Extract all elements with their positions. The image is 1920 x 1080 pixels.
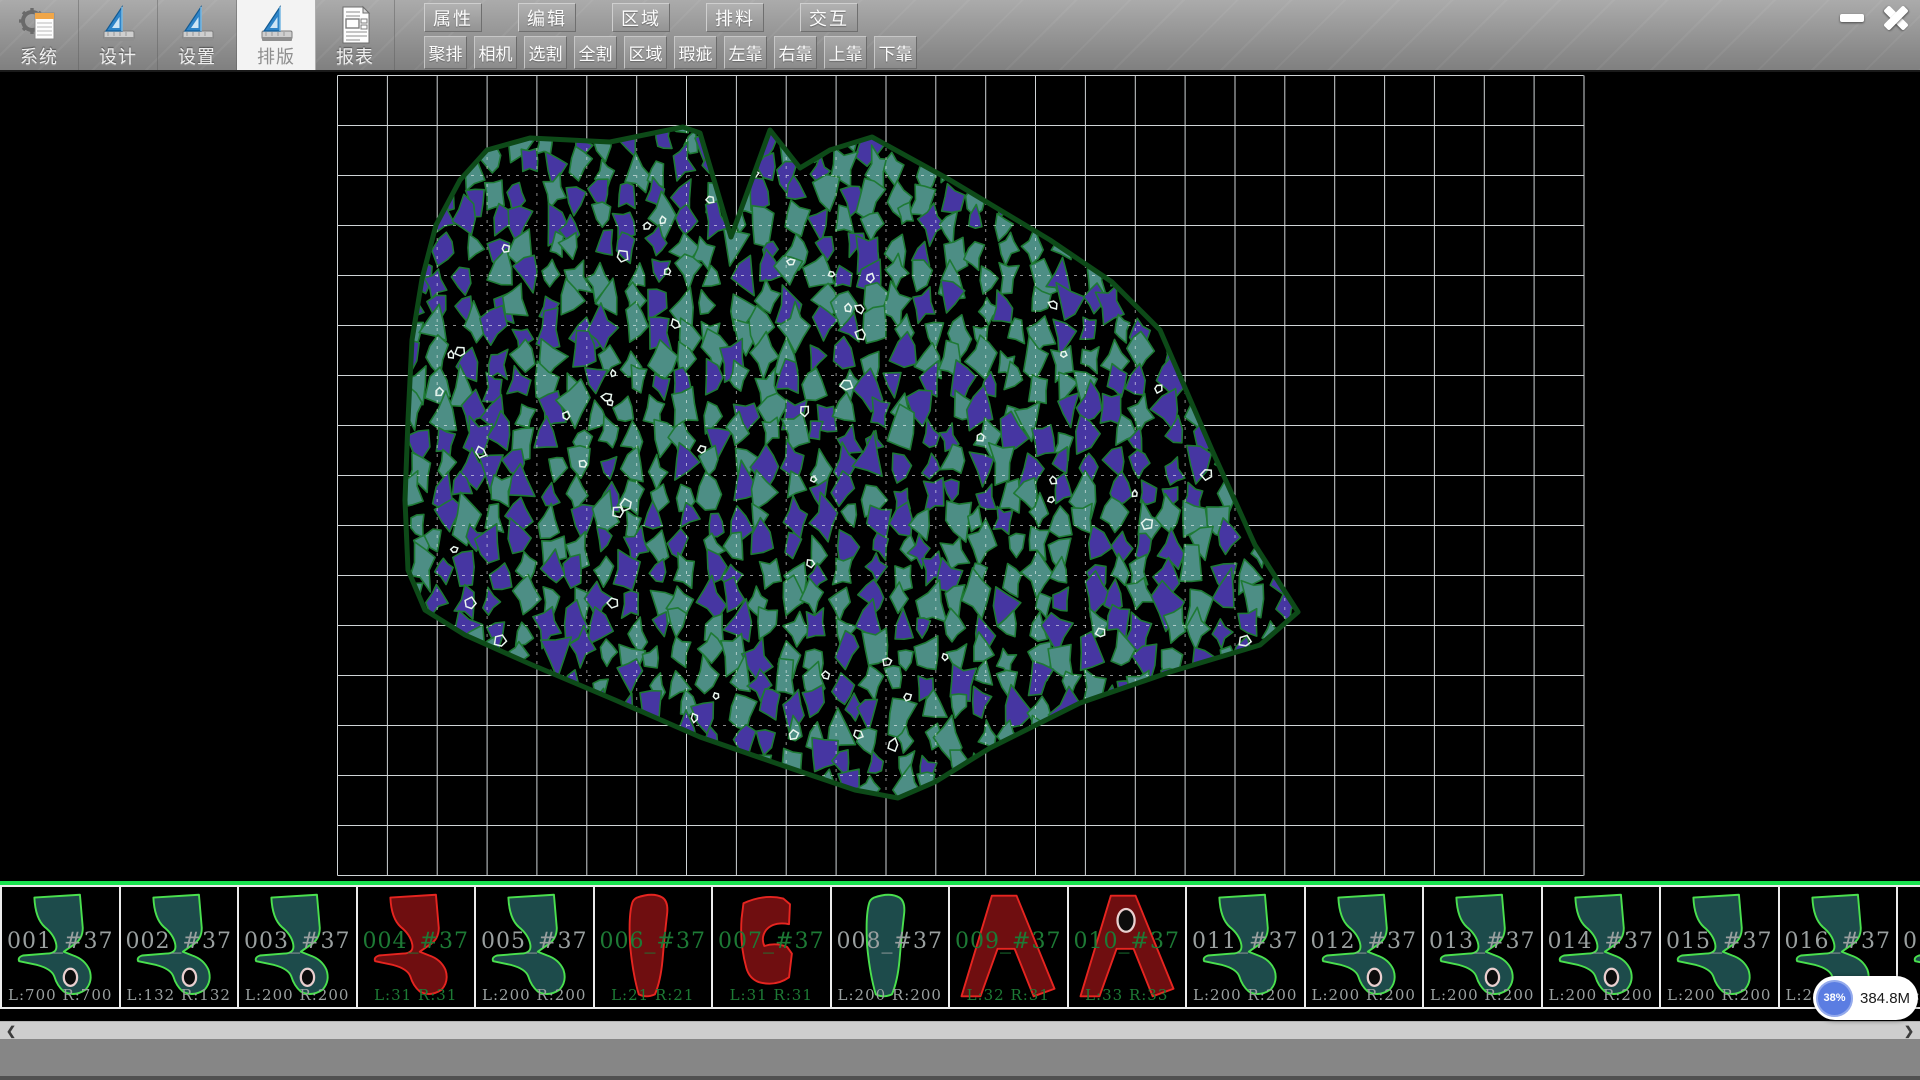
- app-nav: 系统 设计 设置 排版 报表: [0, 0, 395, 70]
- tool-bar: 聚排相机选割全割区域瑕疵左靠右靠上靠下靠: [424, 36, 917, 69]
- piece-lr-count: L:31 R:31: [358, 986, 475, 1004]
- piece-lr-count: L:200 R:200: [1306, 986, 1423, 1004]
- piece-label: 002_#37: [121, 929, 238, 954]
- piece-label: 001_#37: [2, 929, 119, 954]
- piece-label: 014_#37: [1543, 929, 1660, 954]
- piece-thumbnail-6[interactable]: 006_#37 L:21 R:21: [595, 887, 714, 1007]
- piece-lr-count: L:200 R:200: [239, 986, 356, 1004]
- piece-label: 007_#37: [713, 929, 830, 954]
- app-button-design[interactable]: 设计: [79, 0, 158, 70]
- piece-label: 015_#37: [1661, 929, 1778, 954]
- piece-lr-count: L:200 R:200: [1543, 986, 1660, 1004]
- minimize-icon: [1840, 14, 1864, 22]
- piece-label: 017_#37: [1898, 929, 1920, 954]
- scroll-right-arrow-icon[interactable]: ❯: [1904, 1022, 1914, 1040]
- canvas-svg: [0, 72, 1920, 881]
- tool-button-0[interactable]: 聚排: [424, 36, 467, 69]
- settings-ruler-icon: [176, 4, 218, 46]
- tool-button-6[interactable]: 左靠: [724, 36, 767, 69]
- piece-label: 010_#37: [1069, 929, 1186, 954]
- piece-thumbnail-3[interactable]: 003_#37 L:200 R:200: [239, 887, 358, 1007]
- app-button-report[interactable]: 报表: [316, 0, 395, 70]
- piece-label: 006_#37: [595, 929, 712, 954]
- tool-button-9[interactable]: 下靠: [874, 36, 917, 69]
- piece-lr-count: L:200 R:200: [1187, 986, 1304, 1004]
- menu-tab-1[interactable]: 编辑: [518, 3, 576, 32]
- piece-thumbnail-14[interactable]: 014_#37 L:200 R:200: [1543, 887, 1662, 1007]
- nesting-ruler-icon: [255, 4, 297, 46]
- app-button-label: 设计: [99, 47, 137, 67]
- app-button-label: 报表: [336, 47, 374, 67]
- app-button-label: 系统: [20, 47, 58, 67]
- app-button-label: 设置: [178, 47, 216, 67]
- piece-thumbnail-12[interactable]: 012_#37 L:200 R:200: [1306, 887, 1425, 1007]
- piece-lr-count: L:132 R:132: [121, 986, 238, 1004]
- minimize-button[interactable]: [1834, 4, 1870, 32]
- piece-thumbnail-13[interactable]: 013_#37 L:200 R:200: [1424, 887, 1543, 1007]
- app-button-label: 排版: [257, 47, 295, 67]
- close-button[interactable]: [1878, 4, 1914, 32]
- piece-label: 009_#37: [950, 929, 1067, 954]
- piece-lr-count: L:32 R:31: [950, 986, 1067, 1004]
- system-gear-icon: [18, 4, 60, 46]
- app-button-system[interactable]: 系统: [0, 0, 79, 70]
- scroll-left-arrow-icon[interactable]: ❮: [6, 1022, 16, 1040]
- menu-tab-0[interactable]: 属性: [424, 3, 482, 32]
- piece-lr-count: L:200 R:200: [1424, 986, 1541, 1004]
- piece-lr-count: L:200 R:200: [832, 986, 949, 1004]
- piece-label: 003_#37: [239, 929, 356, 954]
- memory-value: 384.8M: [1860, 990, 1910, 1007]
- app-button-settings[interactable]: 设置: [158, 0, 237, 70]
- app-button-nesting[interactable]: 排版: [237, 0, 316, 70]
- piece-thumbnail-4[interactable]: 004_#37 L:31 R:31: [358, 887, 477, 1007]
- status-bar: [0, 1039, 1920, 1080]
- menu-tab-4[interactable]: 交互: [800, 3, 858, 32]
- piece-lr-count: L:200 R:200: [1661, 986, 1778, 1004]
- piece-label: 005_#37: [476, 929, 593, 954]
- horizontal-scrollbar[interactable]: ❮ ❯: [0, 1021, 1920, 1039]
- piece-thumbnail-2[interactable]: 002_#37 L:132 R:132: [121, 887, 240, 1007]
- window-controls: [1834, 4, 1914, 32]
- piece-label: 008_#37: [832, 929, 949, 954]
- tool-button-5[interactable]: 瑕疵: [674, 36, 717, 69]
- menu-bar: 属性 编辑 区域 排料 交互: [424, 3, 858, 32]
- piece-label: 012_#37: [1306, 929, 1423, 954]
- piece-label: 011_#37: [1187, 929, 1304, 954]
- piece-lr-count: L:200 R:200: [476, 986, 593, 1004]
- piece-thumbnail-1[interactable]: 001_#37 L:700 R:700: [2, 887, 121, 1007]
- piece-label: 004_#37: [358, 929, 475, 954]
- nesting-canvas[interactable]: [0, 72, 1920, 881]
- menu-tab-2[interactable]: 区域: [612, 3, 670, 32]
- piece-thumbnail-11[interactable]: 011_#37 L:200 R:200: [1187, 887, 1306, 1007]
- piece-thumbnail-strip: 001_#37L:700 R:700002_#37L:132 R:132003_…: [0, 881, 1920, 1021]
- tool-button-4[interactable]: 区域: [624, 36, 667, 69]
- header-bar: 系统 设计 设置 排版 报表 属性编辑区域排料交互 聚排相机选割全割区域瑕疵左靠…: [0, 0, 1920, 72]
- tool-button-1[interactable]: 相机: [474, 36, 517, 69]
- close-icon: [1883, 5, 1909, 31]
- piece-lr-count: L:21 R:21: [595, 986, 712, 1004]
- piece-lr-count: L:700 R:700: [2, 986, 119, 1004]
- tool-button-3[interactable]: 全割: [574, 36, 617, 69]
- tool-button-2[interactable]: 选割: [524, 36, 567, 69]
- tool-button-7[interactable]: 右靠: [774, 36, 817, 69]
- menu-tab-3[interactable]: 排料: [706, 3, 764, 32]
- design-ruler-icon: [97, 4, 139, 46]
- progress-circle: 38%: [1816, 980, 1853, 1017]
- piece-thumbnail-10[interactable]: 010_#37 L:33 R:33: [1069, 887, 1188, 1007]
- piece-thumbnail-7[interactable]: 007_#37 L:31 R:31: [713, 887, 832, 1007]
- piece-thumbnail-5[interactable]: 005_#37 L:200 R:200: [476, 887, 595, 1007]
- piece-lr-count: L:31 R:31: [713, 986, 830, 1004]
- piece-lr-count: L:33 R:33: [1069, 986, 1186, 1004]
- piece-thumbnail-list: 001_#37L:700 R:700002_#37L:132 R:132003_…: [0, 885, 1920, 1009]
- nesting-app-window: { "window": { "controls": [ {"icon": "mi…: [0, 0, 1920, 1080]
- piece-thumbnail-15[interactable]: 015_#37 L:200 R:200: [1661, 887, 1780, 1007]
- piece-label: 016_#37: [1780, 929, 1897, 954]
- piece-label: 013_#37: [1424, 929, 1541, 954]
- memory-status-pill[interactable]: 38% 384.8M: [1813, 976, 1918, 1020]
- piece-thumbnail-9[interactable]: 009_#37 L:32 R:31: [950, 887, 1069, 1007]
- tool-button-8[interactable]: 上靠: [824, 36, 867, 69]
- report-doc-icon: [334, 4, 376, 46]
- piece-thumbnail-8[interactable]: 008_#37 L:200 R:200: [832, 887, 951, 1007]
